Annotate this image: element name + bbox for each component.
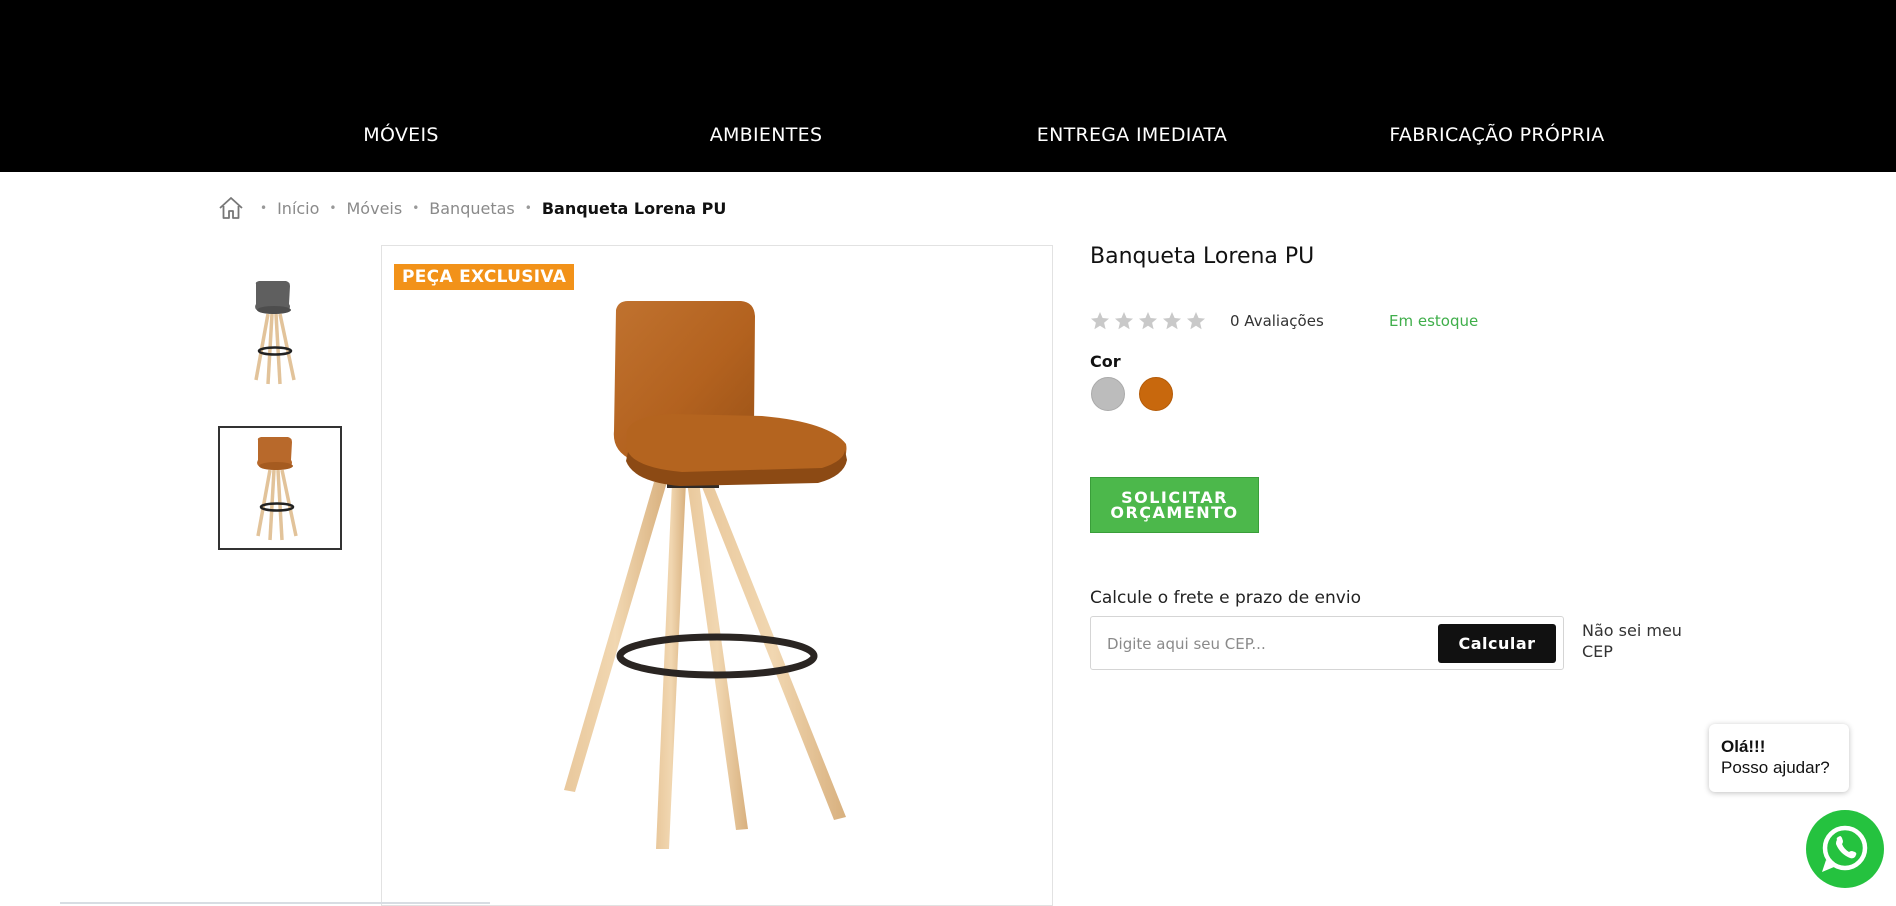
breadcrumb-link-inicio[interactable]: Início (277, 199, 319, 218)
nav-item-fabricacao-propria[interactable]: FABRICAÇÃO PRÓPRIA (1389, 124, 1604, 146)
rating-stars[interactable] (1090, 311, 1206, 331)
star-icon (1091, 312, 1109, 330)
chat-help-text: Posso ajudar? (1721, 758, 1830, 777)
main-nav: MÓVEIS AMBIENTES ENTREGA IMEDIATA FABRIC… (0, 124, 1896, 148)
breadcrumb-separator: • (260, 201, 268, 215)
star-icon (1139, 312, 1157, 330)
breadcrumb-separator: • (329, 201, 337, 215)
breadcrumb-link-moveis[interactable]: Móveis (347, 199, 403, 218)
site-header: MÓVEIS AMBIENTES ENTREGA IMEDIATA FABRIC… (0, 0, 1896, 172)
breadcrumb: • Início • Móveis • Banquetas • Banqueta… (218, 193, 726, 223)
breadcrumb-link-banquetas[interactable]: Banquetas (429, 199, 514, 218)
thumbnail-grey-stool[interactable] (218, 272, 342, 396)
nav-item-entrega-imediata[interactable]: ENTREGA IMEDIATA (1037, 124, 1227, 146)
cep-form: Calcular (1090, 616, 1564, 670)
stool-caramel-image (256, 437, 298, 541)
home-icon[interactable] (218, 195, 244, 221)
bottom-divider (60, 902, 490, 904)
stool-caramel-large-image (564, 301, 847, 849)
star-icon (1163, 312, 1181, 330)
star-icon (1115, 312, 1133, 330)
calculate-button[interactable]: Calcular (1438, 624, 1556, 663)
chat-bubble[interactable]: Olá!!! Posso ajudar? (1709, 724, 1849, 792)
breadcrumb-separator: • (524, 201, 532, 215)
chat-greeting: Olá!!! (1721, 737, 1766, 756)
shipping-label: Calcule o frete e prazo de envio (1090, 588, 1361, 608)
color-swatch-grey[interactable] (1091, 377, 1125, 411)
color-swatch-caramel[interactable] (1139, 377, 1173, 411)
nav-item-ambientes[interactable]: AMBIENTES (710, 124, 823, 146)
reviews-count[interactable]: 0 Avaliações (1230, 312, 1324, 330)
main-product-image[interactable]: PEÇA EXCLUSIVA (381, 245, 1053, 906)
breadcrumb-separator: • (412, 201, 420, 215)
thumbnail-caramel-stool[interactable] (218, 426, 342, 550)
request-quote-button[interactable]: SOLICITAR ORÇAMENTO (1090, 477, 1259, 533)
whatsapp-icon (1822, 825, 1868, 872)
nav-item-moveis[interactable]: MÓVEIS (363, 124, 438, 146)
stool-grey-image (254, 281, 296, 385)
stock-status: Em estoque (1389, 312, 1479, 330)
whatsapp-button[interactable] (1806, 810, 1884, 888)
breadcrumb-current: Banqueta Lorena PU (541, 198, 727, 218)
cep-input[interactable] (1105, 625, 1409, 663)
dont-know-cep-link[interactable]: Não sei meu CEP (1582, 620, 1682, 662)
star-icon (1187, 312, 1205, 330)
product-title: Banqueta Lorena PU (1090, 244, 1315, 269)
color-label: Cor (1090, 352, 1121, 371)
